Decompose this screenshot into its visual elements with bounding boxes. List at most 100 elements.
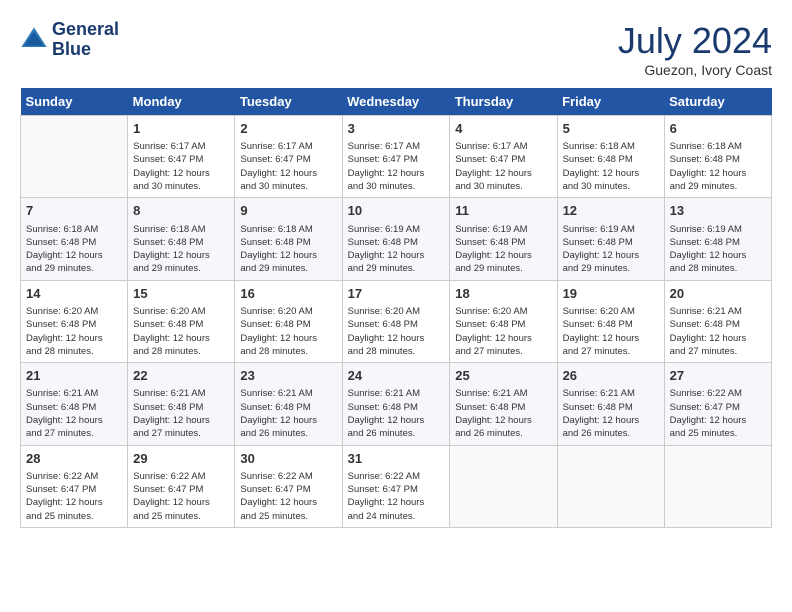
title-block: July 2024 Guezon, Ivory Coast (618, 20, 772, 78)
day-info: Sunrise: 6:20 AM Sunset: 6:48 PM Dayligh… (563, 305, 659, 358)
day-info: Sunrise: 6:22 AM Sunset: 6:47 PM Dayligh… (348, 470, 445, 523)
day-info: Sunrise: 6:19 AM Sunset: 6:48 PM Dayligh… (455, 223, 551, 276)
day-info: Sunrise: 6:20 AM Sunset: 6:48 PM Dayligh… (240, 305, 336, 358)
day-info: Sunrise: 6:20 AM Sunset: 6:48 PM Dayligh… (348, 305, 445, 358)
calendar-week-row: 21 Sunrise: 6:21 AM Sunset: 6:48 PM Dayli… (21, 363, 772, 445)
weekday-header-saturday: Saturday (664, 88, 771, 116)
day-number: 21 (26, 367, 122, 385)
calendar-day-cell: 23 Sunrise: 6:21 AM Sunset: 6:48 PM Dayli… (235, 363, 342, 445)
day-info: Sunrise: 6:18 AM Sunset: 6:48 PM Dayligh… (240, 223, 336, 276)
day-number: 5 (563, 120, 659, 138)
day-number: 20 (670, 285, 766, 303)
weekday-header-tuesday: Tuesday (235, 88, 342, 116)
day-info: Sunrise: 6:21 AM Sunset: 6:48 PM Dayligh… (240, 387, 336, 440)
day-number: 17 (348, 285, 445, 303)
calendar-day-cell: 22 Sunrise: 6:21 AM Sunset: 6:48 PM Dayli… (128, 363, 235, 445)
day-number: 11 (455, 202, 551, 220)
calendar-day-cell: 28 Sunrise: 6:22 AM Sunset: 6:47 PM Dayli… (21, 445, 128, 527)
location: Guezon, Ivory Coast (618, 62, 772, 78)
month-title: July 2024 (618, 20, 772, 62)
day-info: Sunrise: 6:18 AM Sunset: 6:48 PM Dayligh… (26, 223, 122, 276)
day-info: Sunrise: 6:21 AM Sunset: 6:48 PM Dayligh… (563, 387, 659, 440)
calendar-day-cell: 26 Sunrise: 6:21 AM Sunset: 6:48 PM Dayli… (557, 363, 664, 445)
calendar-day-cell (557, 445, 664, 527)
day-info: Sunrise: 6:22 AM Sunset: 6:47 PM Dayligh… (26, 470, 122, 523)
day-info: Sunrise: 6:21 AM Sunset: 6:48 PM Dayligh… (670, 305, 766, 358)
calendar-day-cell: 14Sunrise: 6:20 AM Sunset: 6:48 PM Dayli… (21, 280, 128, 362)
day-number: 9 (240, 202, 336, 220)
day-info: Sunrise: 6:19 AM Sunset: 6:48 PM Dayligh… (348, 223, 445, 276)
weekday-header-thursday: Thursday (450, 88, 557, 116)
calendar-week-row: 14 Sunrise: 6:20 AM Sunset: 6:48 PM Dayli… (21, 280, 772, 362)
day-number: 3 (348, 120, 445, 138)
day-number: 19 (563, 285, 659, 303)
calendar-day-cell: 11 Sunrise: 6:19 AM Sunset: 6:48 PM Dayli… (450, 198, 557, 280)
day-info: Sunrise: 6:21 AM Sunset: 6:48 PM Dayligh… (26, 387, 122, 440)
day-number: 6 (670, 120, 766, 138)
day-info: Sunrise: 6:18 AM Sunset: 6:48 PM Dayligh… (563, 140, 659, 193)
day-number: 16 (240, 285, 336, 303)
day-number: 8 (133, 202, 229, 220)
calendar-day-cell: 27Sunrise: 6:22 AM Sunset: 6:47 PM Dayli… (664, 363, 771, 445)
day-info: Sunrise: 6:21 AM Sunset: 6:48 PM Dayligh… (348, 387, 445, 440)
day-number: 15 (133, 285, 229, 303)
calendar-week-row: 7 Sunrise: 6:18 AM Sunset: 6:48 PM Daylig… (21, 198, 772, 280)
day-info: Sunrise: 6:19 AM Sunset: 6:48 PM Dayligh… (670, 223, 766, 276)
calendar-day-cell: 31 Sunrise: 6:22 AM Sunset: 6:47 PM Dayli… (342, 445, 450, 527)
day-info: Sunrise: 6:17 AM Sunset: 6:47 PM Dayligh… (348, 140, 445, 193)
day-number: 13 (670, 202, 766, 220)
day-number: 29 (133, 450, 229, 468)
day-info: Sunrise: 6:18 AM Sunset: 6:48 PM Dayligh… (670, 140, 766, 193)
day-info: Sunrise: 6:22 AM Sunset: 6:47 PM Dayligh… (240, 470, 336, 523)
calendar-day-cell: 10 Sunrise: 6:19 AM Sunset: 6:48 PM Dayli… (342, 198, 450, 280)
day-number: 12 (563, 202, 659, 220)
calendar-day-cell: 7 Sunrise: 6:18 AM Sunset: 6:48 PM Daylig… (21, 198, 128, 280)
day-info: Sunrise: 6:17 AM Sunset: 6:47 PM Dayligh… (240, 140, 336, 193)
calendar-day-cell: 16 Sunrise: 6:20 AM Sunset: 6:48 PM Dayli… (235, 280, 342, 362)
calendar-day-cell: 19 Sunrise: 6:20 AM Sunset: 6:48 PM Dayli… (557, 280, 664, 362)
calendar-week-row: 1 Sunrise: 6:17 AM Sunset: 6:47 PM Daylig… (21, 116, 772, 198)
day-info: Sunrise: 6:19 AM Sunset: 6:48 PM Dayligh… (563, 223, 659, 276)
calendar-day-cell (664, 445, 771, 527)
calendar-day-cell (21, 116, 128, 198)
calendar-day-cell: 9 Sunrise: 6:18 AM Sunset: 6:48 PM Daylig… (235, 198, 342, 280)
calendar-header-row: SundayMondayTuesdayWednesdayThursdayFrid… (21, 88, 772, 116)
day-number: 31 (348, 450, 445, 468)
calendar-day-cell: 12 Sunrise: 6:19 AM Sunset: 6:48 PM Dayli… (557, 198, 664, 280)
weekday-header-sunday: Sunday (21, 88, 128, 116)
calendar-day-cell: 3 Sunrise: 6:17 AM Sunset: 6:47 PM Daylig… (342, 116, 450, 198)
day-info: Sunrise: 6:17 AM Sunset: 6:47 PM Dayligh… (455, 140, 551, 193)
day-number: 28 (26, 450, 122, 468)
day-number: 14 (26, 285, 122, 303)
day-info: Sunrise: 6:21 AM Sunset: 6:48 PM Dayligh… (133, 387, 229, 440)
day-number: 10 (348, 202, 445, 220)
day-number: 26 (563, 367, 659, 385)
day-number: 22 (133, 367, 229, 385)
calendar-week-row: 28 Sunrise: 6:22 AM Sunset: 6:47 PM Dayli… (21, 445, 772, 527)
day-info: Sunrise: 6:21 AM Sunset: 6:48 PM Dayligh… (455, 387, 551, 440)
calendar-day-cell: 17 Sunrise: 6:20 AM Sunset: 6:48 PM Dayli… (342, 280, 450, 362)
day-number: 30 (240, 450, 336, 468)
calendar-day-cell: 15Sunrise: 6:20 AM Sunset: 6:48 PM Dayli… (128, 280, 235, 362)
calendar-day-cell: 6 Sunrise: 6:18 AM Sunset: 6:48 PM Daylig… (664, 116, 771, 198)
day-number: 23 (240, 367, 336, 385)
day-number: 18 (455, 285, 551, 303)
calendar-day-cell: 21 Sunrise: 6:21 AM Sunset: 6:48 PM Dayli… (21, 363, 128, 445)
day-info: Sunrise: 6:18 AM Sunset: 6:48 PM Dayligh… (133, 223, 229, 276)
day-info: Sunrise: 6:22 AM Sunset: 6:47 PM Dayligh… (133, 470, 229, 523)
weekday-header-friday: Friday (557, 88, 664, 116)
day-info: Sunrise: 6:17 AM Sunset: 6:47 PM Dayligh… (133, 140, 229, 193)
day-number: 1 (133, 120, 229, 138)
logo-icon (20, 26, 48, 54)
day-info: Sunrise: 6:22 AM Sunset: 6:47 PM Dayligh… (670, 387, 766, 440)
day-number: 24 (348, 367, 445, 385)
calendar-day-cell: 29 Sunrise: 6:22 AM Sunset: 6:47 PM Dayli… (128, 445, 235, 527)
calendar-day-cell: 2Sunrise: 6:17 AM Sunset: 6:47 PM Daylig… (235, 116, 342, 198)
day-number: 7 (26, 202, 122, 220)
calendar-day-cell: 20 Sunrise: 6:21 AM Sunset: 6:48 PM Dayli… (664, 280, 771, 362)
weekday-header-monday: Monday (128, 88, 235, 116)
day-number: 25 (455, 367, 551, 385)
calendar-day-cell: 24 Sunrise: 6:21 AM Sunset: 6:48 PM Dayli… (342, 363, 450, 445)
page-header: General Blue July 2024 Guezon, Ivory Coa… (20, 20, 772, 78)
calendar-day-cell: 25 Sunrise: 6:21 AM Sunset: 6:48 PM Dayli… (450, 363, 557, 445)
